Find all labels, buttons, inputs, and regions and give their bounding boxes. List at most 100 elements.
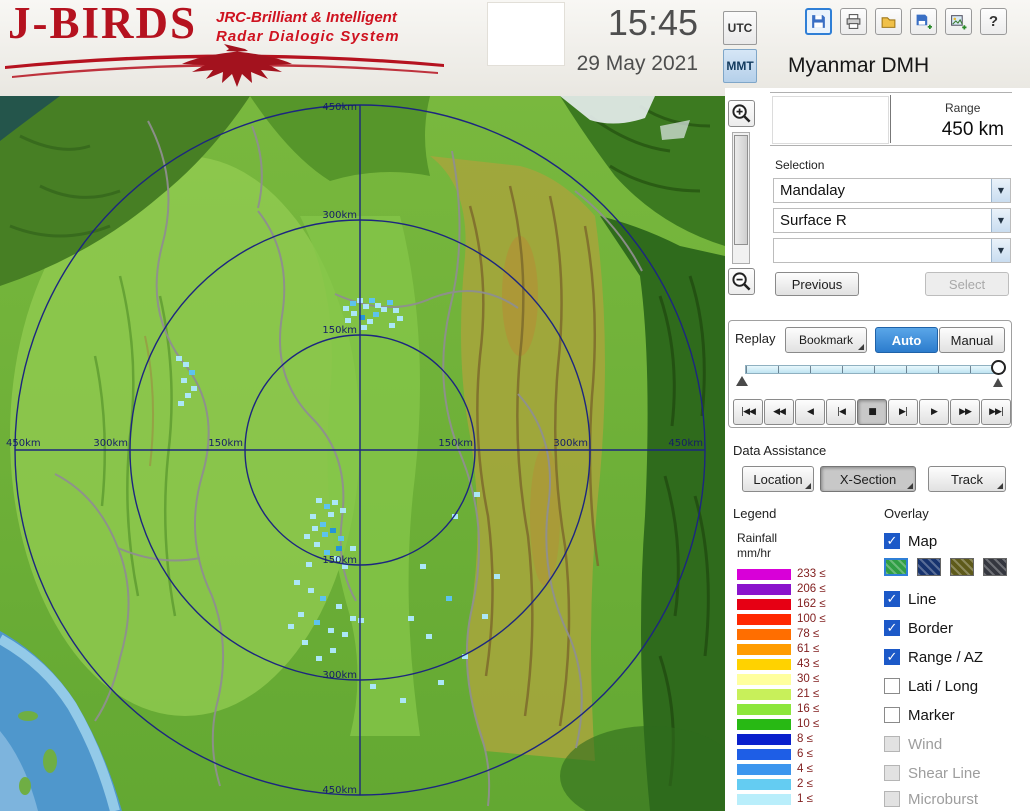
fast-rewind-button[interactable]: ◀◀ [764,399,794,425]
overlay-label: Shear Line [908,764,981,782]
skip-to-end-button[interactable]: ▶▶| [981,399,1011,425]
marker-checkbox[interactable] [884,707,900,723]
map-color-swatch-green[interactable] [884,558,908,576]
map-checkbox[interactable]: ✓ [884,533,900,549]
range-label: 150km [322,325,357,336]
legend-row: 2 ≤ [737,778,813,790]
save-as-button[interactable] [910,8,937,35]
overlay-label: Line [908,590,937,608]
site-dropdown-value: Mandalay [780,182,846,199]
header: J-BIRDS JRC-Brilliant & Intelligent Rada… [0,0,1030,97]
legend-color-swatch [737,643,791,655]
legend-value: 10 ≤ [797,718,820,730]
print-button[interactable] [840,8,867,35]
right-panel: Range 450 km Selection Mandalay ▼ Surfac… [725,88,1030,811]
fast-forward-button[interactable]: ▶▶ [950,399,980,425]
bookmark-button[interactable]: Bookmark [785,327,867,353]
mmt-toggle-button[interactable]: MMT [723,49,757,83]
radar-map-viewport[interactable]: 450km 300km 150km 150km 300km 450km 450k… [0,96,725,811]
select-button[interactable]: Select [925,272,1009,296]
site-dropdown[interactable]: Mandalay ▼ [773,178,1011,203]
zoom-scrollbar-thumb[interactable] [734,135,748,245]
map-color-swatch-navy[interactable] [917,558,941,576]
timeline-start-marker-icon[interactable] [736,376,748,386]
map-color-swatch-olive[interactable] [950,558,974,576]
legend-row: 61 ≤ [737,643,819,655]
selection-title: Selection [775,158,825,172]
previous-button[interactable]: Previous [775,272,859,296]
legend-row: 16 ≤ [737,703,819,715]
terrain-layer [0,96,725,811]
zoom-out-button[interactable] [728,268,755,295]
step-forward-button[interactable]: ▶| [888,399,918,425]
range-az-checkbox[interactable]: ✓ [884,649,900,665]
range-label: 150km [208,438,243,449]
legend-row: 21 ≤ [737,688,819,700]
skip-to-start-button[interactable]: |◀◀ [733,399,763,425]
chevron-down-icon[interactable]: ▼ [991,179,1010,202]
track-button[interactable]: Track [928,466,1006,492]
legend-color-swatch [737,613,791,625]
range-label: 450km [322,785,357,796]
auto-button[interactable]: Auto [875,327,938,353]
legend-row: 233 ≤ [737,568,826,580]
overlay-row-microburst: Microburst [884,790,978,808]
lati-long-checkbox[interactable] [884,678,900,694]
replay-group: Replay Bookmark Auto Manual |◀◀ ◀◀ ◀ |◀ … [728,320,1012,428]
save-as-icon [916,14,932,29]
zoom-in-button[interactable] [728,100,755,127]
border-checkbox[interactable]: ✓ [884,620,900,636]
legend-value: 2 ≤ [797,778,813,790]
clock-time: 15:45 [607,2,698,43]
legend-color-swatch [737,673,791,685]
replay-title: Replay [735,331,776,346]
legend-color-swatch [737,778,791,790]
replay-timeline-track[interactable] [745,365,1003,374]
legend-row: 162 ≤ [737,598,826,610]
map-color-swatch-gray[interactable] [983,558,1007,576]
legend-value: 61 ≤ [797,643,820,655]
legend-color-swatch [737,718,791,730]
timeline-position-marker-icon[interactable] [993,378,1003,387]
add-image-icon [951,15,967,30]
legend-color-swatch [737,568,791,580]
utc-toggle-button[interactable]: UTC [723,11,757,45]
zoom-scrollbar-track[interactable] [732,132,750,264]
save-button[interactable] [805,8,832,35]
timeline-thumb[interactable] [991,360,1006,375]
radar-map-image: 450km 300km 150km 150km 300km 450km 450k… [0,96,725,811]
range-label: 150km [438,438,473,449]
legend-value: 21 ≤ [797,688,820,700]
zoom-out-icon [732,272,751,291]
play-reverse-button[interactable]: ◀ [795,399,825,425]
location-button[interactable]: Location [742,466,814,492]
legend-value: 16 ≤ [797,703,820,715]
open-folder-button[interactable] [875,8,902,35]
product-dropdown[interactable]: Surface R ▼ [773,208,1011,233]
play-button[interactable]: ▶ [919,399,949,425]
data-assistance-title: Data Assistance [733,443,827,458]
station-title: Myanmar DMH [788,54,930,77]
legend-color-swatch [737,733,791,745]
stop-button[interactable]: ■ [857,399,887,425]
add-image-button[interactable] [945,8,972,35]
overlay-label: Microburst [908,790,979,808]
legend-row: 4 ≤ [737,763,813,775]
check-icon: ✓ [886,620,898,636]
dropdown-corner-icon [997,483,1003,489]
manual-button[interactable]: Manual [939,327,1005,353]
range-value: 450 km [941,119,1004,140]
legend-value: 78 ≤ [797,628,820,640]
chevron-down-icon[interactable]: ▼ [991,239,1010,262]
track-label: Track [950,471,984,487]
open-folder-icon [881,17,896,28]
wind-checkbox [884,736,900,752]
extra-dropdown[interactable]: ▼ [773,238,1011,263]
step-back-button[interactable]: |◀ [826,399,856,425]
x-section-button[interactable]: X-Section [820,466,916,492]
legend-value: 1 ≤ [797,793,813,805]
help-button[interactable]: ? [980,8,1007,35]
chevron-down-icon[interactable]: ▼ [991,209,1010,232]
line-checkbox[interactable]: ✓ [884,591,900,607]
overlay-row-lati-long: Lati / Long [884,677,978,695]
